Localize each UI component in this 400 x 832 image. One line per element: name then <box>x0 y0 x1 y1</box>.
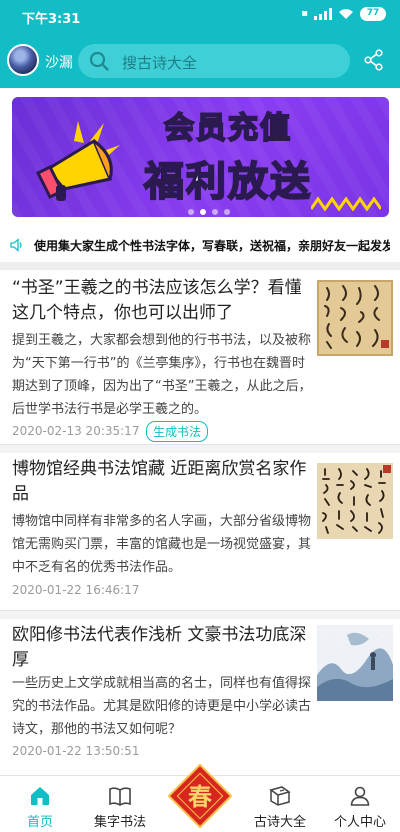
article-title[interactable]: 欧阳修书法代表作浅析 文豪书法功底深厚 <box>12 623 312 673</box>
scroll-book-icon <box>269 786 291 806</box>
search-icon <box>89 51 109 71</box>
bottom-tab-bar: 首页 集字书法 春 古诗大全 个人中心 <box>0 764 400 832</box>
generate-calligraphy-tag[interactable]: 生成书法 <box>146 421 209 442</box>
notice-text: 使用集大家生成个性书法字体，写春联，送祝福，亲朋好友一起发发发... <box>34 239 390 253</box>
article-date: 2020-02-13 20:35:17 <box>12 424 140 438</box>
tab-calligraphy[interactable]: 集字书法 <box>80 776 160 832</box>
tab-poems[interactable]: 古诗大全 <box>240 776 320 832</box>
carousel-dot-active[interactable] <box>200 209 206 215</box>
share-icon[interactable] <box>364 49 384 71</box>
home-icon <box>31 787 49 805</box>
user-icon <box>350 786 370 806</box>
promo-line-1: 会员充值 <box>163 110 292 147</box>
signal-bars-icon <box>314 8 332 20</box>
avatar[interactable] <box>7 44 39 76</box>
notice-bar[interactable]: 使用集大家生成个性书法字体，写春联，送祝福，亲朋好友一起发发发... <box>0 231 400 259</box>
tab-profile[interactable]: 个人中心 <box>320 776 400 832</box>
article-thumbnail <box>317 280 393 356</box>
article-excerpt: 一些历史上文学成就相当高的名士，同样也有值得探究的书法作品。尤其是欧阳修的诗更是… <box>12 676 312 737</box>
status-time: 下午3:31 <box>22 12 81 27</box>
tab-home-label: 首页 <box>26 815 53 830</box>
status-icons: ▪ 77 <box>301 7 386 21</box>
battery-level: 77 <box>366 8 380 18</box>
tab-poems-label: 古诗大全 <box>253 815 306 830</box>
speaker-icon <box>10 238 22 252</box>
article-title[interactable]: “书圣”王羲之的书法应该怎么学？看懂这几个特点，你也可以出师了 <box>12 276 312 326</box>
section-separator <box>0 262 400 270</box>
top-bar: 下午3:31 ▪ 77 沙漏 搜古诗大全 <box>0 0 400 88</box>
username[interactable]: 沙漏 <box>45 52 73 72</box>
promo-banner[interactable]: 会员充值 福利放送 <box>12 97 389 217</box>
wifi-icon <box>339 9 353 19</box>
carousel-dot[interactable] <box>224 209 230 215</box>
megaphone-icon <box>35 121 120 201</box>
search-placeholder: 搜古诗大全 <box>122 54 198 72</box>
book-icon <box>109 787 131 806</box>
article-thumbnail <box>317 625 393 701</box>
status-bar: 下午3:31 ▪ 77 <box>0 0 400 32</box>
promo-line-2: 福利放送 <box>143 158 312 206</box>
article-date: 2020-01-22 13:50:51 <box>12 744 140 758</box>
article-card[interactable]: “书圣”王羲之的书法应该怎么学？看懂这几个特点，你也可以出师了 提到王羲之，大家… <box>0 272 400 444</box>
decorative-zigzag <box>311 196 381 211</box>
article-card[interactable]: 博物馆经典书法馆藏 近距离欣赏名家作品 博物馆中同样有非常多的名人字画，大部分省… <box>0 453 400 610</box>
article-title[interactable]: 博物馆经典书法馆藏 近距离欣赏名家作品 <box>12 457 312 507</box>
app-header: 沙漏 搜古诗大全 <box>0 40 400 84</box>
signal-icon: ▪ <box>301 8 308 19</box>
article-date: 2020-01-22 16:46:17 <box>12 583 140 597</box>
spring-festival-button[interactable]: 春 <box>168 764 232 828</box>
tab-profile-label: 个人中心 <box>333 815 386 830</box>
carousel-indicator[interactable] <box>188 209 230 215</box>
carousel-dot[interactable] <box>212 209 218 215</box>
section-separator <box>0 611 400 619</box>
spring-character: 春 <box>188 782 212 811</box>
article-thumbnail <box>317 463 393 539</box>
section-separator <box>0 445 400 453</box>
article-card[interactable]: 欧阳修书法代表作浅析 文豪书法功底深厚 一些历史上文学成就相当高的名士，同样也有… <box>0 619 400 775</box>
search-input[interactable]: 搜古诗大全 <box>78 44 350 78</box>
article-excerpt: 博物馆中同样有非常多的名人字画，大部分省级博物馆无需购买门票，丰富的馆藏也是一场… <box>12 514 312 575</box>
article-excerpt: 提到王羲之，大家都会想到他的行书书法，以及被称为“天下第一行书”的《兰亭集序》，… <box>12 333 312 417</box>
tab-home[interactable]: 首页 <box>0 776 80 832</box>
tab-calligraphy-label: 集字书法 <box>93 815 146 830</box>
battery-icon: 77 <box>360 7 386 21</box>
carousel-dot[interactable] <box>188 209 194 215</box>
promo-headline: 会员充值 福利放送 <box>128 103 328 207</box>
